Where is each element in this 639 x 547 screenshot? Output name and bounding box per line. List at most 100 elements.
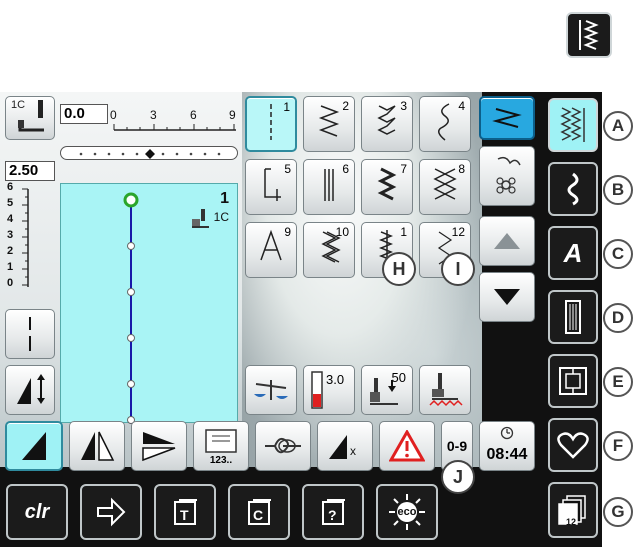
presser-foot-small-icon (192, 209, 209, 228)
mirror-up-down-button[interactable] (131, 421, 187, 471)
buttonholes-menu-button[interactable] (548, 290, 598, 344)
arrow-down-icon (494, 289, 520, 305)
presser-foot-stitch-icon (429, 373, 463, 407)
top-stitch-icon-button (566, 12, 612, 58)
stitch-button[interactable]: 9 (245, 222, 297, 278)
tutorial-button[interactable]: T (154, 484, 216, 540)
length-tick-1: 1 (7, 261, 14, 273)
stitch-preview: 1 1C (60, 183, 238, 424)
pages-count: 12 (566, 517, 577, 527)
heart-icon (557, 432, 589, 459)
clock-time: 08:44 (486, 446, 528, 463)
pages-menu-button[interactable]: 12 (548, 482, 598, 538)
stitch-button[interactable]: 10 (303, 222, 355, 278)
svg-text:C: C (253, 507, 263, 523)
personal-program-button[interactable] (80, 484, 142, 540)
counter-label: 123.. (209, 455, 233, 466)
needle-position-label: 1C (11, 99, 26, 111)
arrow-in-icon (97, 497, 126, 527)
stitch-button[interactable]: 8 (419, 159, 471, 215)
callout-d: D (603, 303, 633, 333)
callout-i: I (441, 252, 475, 286)
clock-button[interactable]: 08:44 (479, 421, 535, 471)
mirror-vertical-icon (81, 431, 115, 461)
stitch-button[interactable]: 7 (361, 159, 413, 215)
stitch-number: 10 (335, 225, 349, 239)
length-tick-4: 4 (7, 213, 14, 225)
stitch-button[interactable]: 1 (245, 96, 297, 152)
width-tick-0: 0 (110, 108, 117, 122)
stitch-button[interactable]: 5 (245, 159, 297, 215)
length-tick-2: 2 (7, 245, 14, 257)
straight-stitch-preview-icon (123, 192, 139, 424)
tension-value: 3.0 (326, 372, 345, 387)
stitch-length-adjust-button[interactable] (5, 365, 55, 415)
stitch-button[interactable]: 6 (303, 159, 355, 215)
stitch-number: 5 (284, 162, 291, 176)
creative-consultant-button[interactable]: C (228, 484, 290, 540)
stitch-number: 4 (458, 99, 465, 113)
mirror-horizontal-icon (142, 432, 176, 462)
stitch-button[interactable]: 3 (361, 96, 413, 152)
book-t-icon: T (174, 499, 197, 525)
callout-b: B (603, 175, 633, 205)
length-tick-6: 6 (7, 181, 14, 193)
practical-stitch-category-button[interactable] (479, 96, 535, 140)
quilt-stitches-menu-button[interactable] (548, 354, 598, 408)
stitch-number: 12 (451, 225, 465, 239)
pattern-repeat-button[interactable]: x (317, 421, 373, 471)
scroll-up-button[interactable] (479, 216, 535, 266)
practical-stitches-menu-button[interactable] (548, 98, 598, 152)
zigzag-stitch-icon (579, 20, 599, 50)
length-tick-0: 0 (7, 277, 14, 289)
stitch-length-display: 2.50 (5, 161, 55, 181)
needle-position-button[interactable]: 1C (5, 96, 55, 140)
quilt-square-icon (559, 367, 587, 395)
personal-memory-menu-button[interactable] (548, 418, 598, 472)
callout-f: F (603, 431, 633, 461)
eco-label: eco (397, 506, 417, 518)
securing-button[interactable] (255, 421, 311, 471)
callout-h: H (382, 252, 416, 286)
callout-e: E (603, 367, 633, 397)
book-c-icon: C (248, 499, 271, 525)
balance-button[interactable] (245, 365, 297, 415)
mirror-left-right-button[interactable] (69, 421, 125, 471)
help-button[interactable]: ? (302, 484, 364, 540)
stitch-counter-button[interactable]: 123.. (193, 421, 249, 471)
straight-line-button[interactable] (5, 309, 55, 359)
clock-icon (500, 426, 514, 440)
wave-stitch-icon (567, 172, 579, 206)
decorative-stitch-category-button[interactable] (479, 146, 535, 206)
stitch-length-scale: 6 5 4 3 2 1 0 (6, 181, 46, 293)
stitch-button[interactable]: 4 (419, 96, 471, 152)
callout-g: G (603, 497, 633, 527)
mirror-none-button[interactable] (5, 421, 63, 471)
presser-foot-indicator-button[interactable] (419, 365, 471, 415)
length-adjust-icon (17, 374, 45, 404)
stitch-number: 7 (400, 162, 407, 176)
eco-button[interactable]: eco (376, 484, 438, 540)
book-question-icon: ? (322, 499, 345, 525)
triangle-left-icon (22, 432, 46, 460)
alphabets-menu-button[interactable]: A (548, 226, 598, 280)
stitch-number: 1 (400, 225, 407, 239)
callout-a: A (603, 111, 633, 141)
stitch-length-slider[interactable] (44, 183, 52, 295)
warning-triangle-icon (389, 430, 425, 462)
counter-icon (205, 429, 237, 453)
presser-foot-pressure-button[interactable]: 50 (361, 365, 413, 415)
stitch-length-value: 2.50 (9, 162, 39, 179)
thread-tension-button[interactable]: 3.0 (303, 365, 355, 415)
clr-label: clr (24, 500, 50, 523)
scroll-down-button[interactable] (479, 272, 535, 322)
buttonhole-icon (565, 300, 581, 334)
svg-text:T: T (180, 507, 189, 523)
arrow-up-icon (494, 233, 520, 249)
stitch-button[interactable]: 2 (303, 96, 355, 152)
slider-handle-icon (145, 149, 155, 159)
warning-button[interactable] (379, 421, 435, 471)
decorative-stitches-menu-button[interactable] (548, 162, 598, 216)
stitch-width-slider[interactable] (60, 146, 238, 160)
clear-button[interactable]: clr (6, 484, 68, 540)
